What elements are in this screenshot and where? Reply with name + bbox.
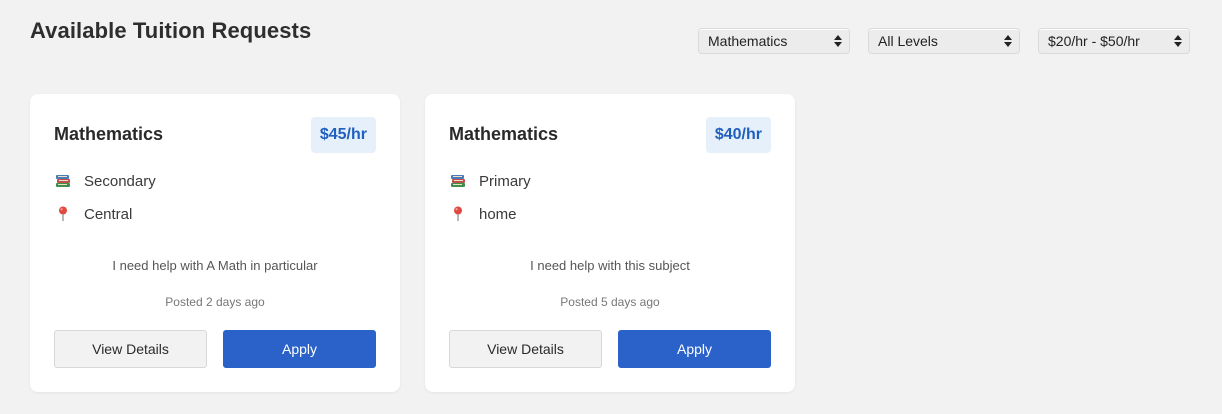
view-details-button[interactable]: View Details bbox=[449, 330, 602, 368]
select-arrows-icon bbox=[834, 35, 842, 47]
page: Available Tuition Requests Mathematics A… bbox=[0, 0, 1222, 414]
pushpin-icon bbox=[454, 206, 462, 221]
books-icon bbox=[56, 175, 70, 187]
request-card: Mathematics $40/hr Primary home I need h… bbox=[425, 94, 795, 392]
card-subject: Mathematics bbox=[449, 124, 559, 144]
request-cards: Mathematics $45/hr Secondary Central I n… bbox=[30, 94, 795, 392]
rate-badge: $45/hr bbox=[310, 117, 376, 153]
request-description: I need help with this subject bbox=[530, 258, 690, 273]
level-text: Secondary bbox=[84, 172, 156, 190]
rate-badge: $40/hr bbox=[705, 117, 771, 153]
apply-button[interactable]: Apply bbox=[618, 330, 771, 368]
location-row: home bbox=[449, 205, 517, 223]
apply-button[interactable]: Apply bbox=[223, 330, 376, 368]
subject-select[interactable]: Mathematics bbox=[698, 28, 850, 54]
select-arrows-icon bbox=[1004, 35, 1012, 47]
subject-select-value: Mathematics bbox=[708, 33, 788, 49]
posted-time: Posted 2 days ago bbox=[165, 295, 265, 309]
level-select[interactable]: All Levels bbox=[868, 28, 1020, 54]
card-actions: View Details Apply bbox=[54, 330, 376, 368]
card-subject: Mathematics bbox=[54, 124, 164, 144]
level-text: Primary bbox=[479, 172, 531, 190]
rate-select-value: $20/hr - $50/hr bbox=[1048, 33, 1140, 49]
rate-select[interactable]: $20/hr - $50/hr bbox=[1038, 28, 1190, 54]
select-arrows-icon bbox=[1174, 35, 1182, 47]
location-row: Central bbox=[54, 205, 132, 223]
pushpin-icon bbox=[59, 206, 67, 221]
books-icon bbox=[451, 175, 465, 187]
page-title: Available Tuition Requests bbox=[30, 18, 312, 43]
card-actions: View Details Apply bbox=[449, 330, 771, 368]
posted-time: Posted 5 days ago bbox=[560, 295, 660, 309]
request-card: Mathematics $45/hr Secondary Central I n… bbox=[30, 94, 400, 392]
level-row: Secondary bbox=[54, 172, 156, 190]
request-description: I need help with A Math in particular bbox=[112, 258, 318, 273]
location-text: Central bbox=[84, 205, 133, 223]
view-details-button[interactable]: View Details bbox=[54, 330, 207, 368]
location-text: home bbox=[479, 205, 517, 223]
filters-bar: Mathematics All Levels $20/hr - $50/hr bbox=[698, 28, 1190, 54]
level-select-value: All Levels bbox=[878, 33, 938, 49]
level-row: Primary bbox=[449, 172, 531, 190]
